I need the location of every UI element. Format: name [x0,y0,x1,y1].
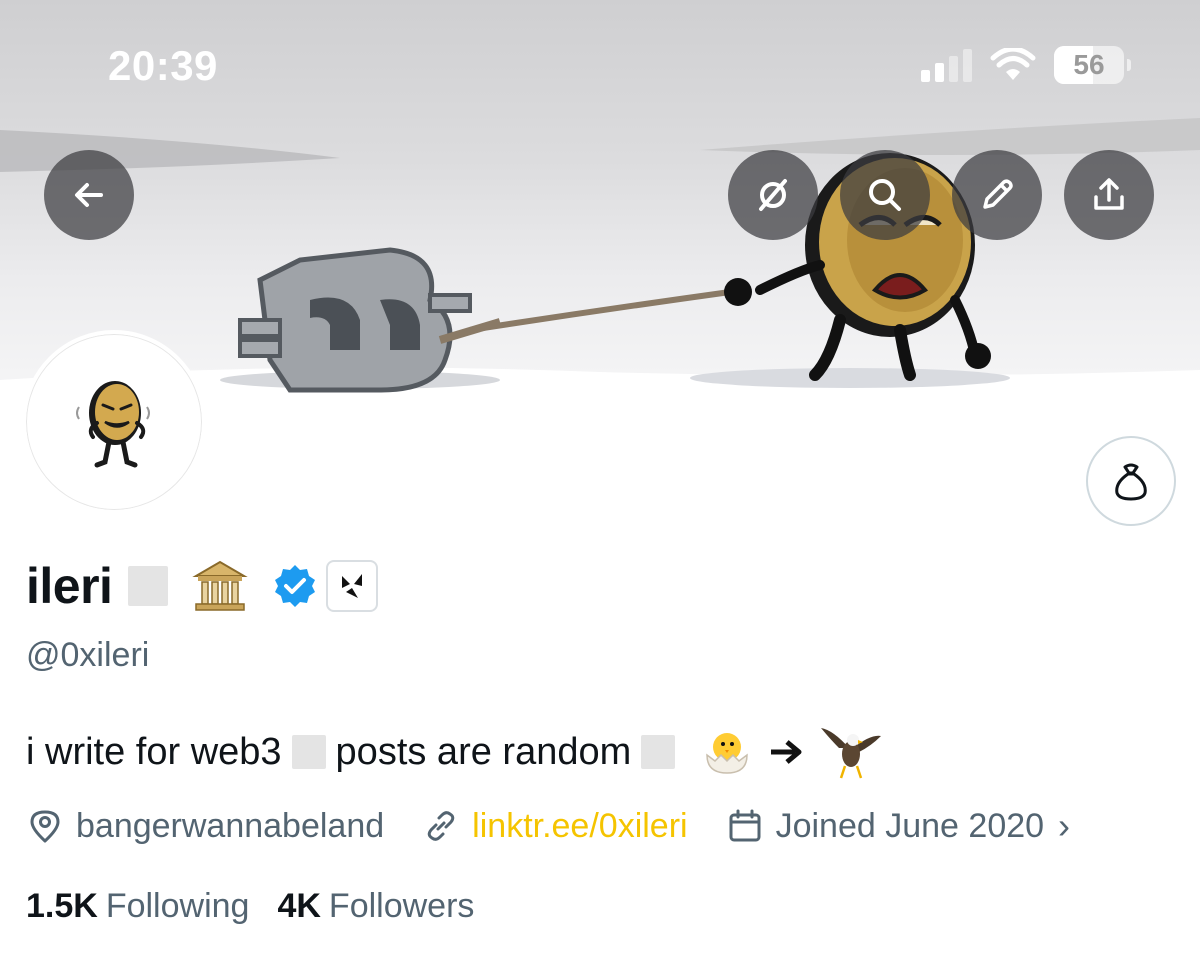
share-upload-icon [1094,178,1124,210]
verified-badge-icon[interactable] [272,563,318,609]
bio-text-2: posts are random [335,730,632,773]
tip-button[interactable] [1086,436,1176,526]
bio-text-1: i write for web3 [26,730,282,773]
followers-label[interactable]: Followers [329,887,474,926]
right-arrow-icon [769,737,805,767]
grok-button[interactable] [728,150,818,240]
location-item: bangerwannabeland [26,807,384,846]
classical-building-icon [192,560,249,611]
battery-level: 56 [1073,49,1105,80]
joined-date: Joined June 2020 [775,806,1045,845]
display-name: ileri [26,558,113,614]
location-pin-icon [30,810,60,843]
unrendered-glyph [641,735,676,769]
profile-handle: @0xileri [26,636,150,674]
stone-bitcoin [238,247,472,393]
search-button[interactable] [840,150,930,240]
followers-count[interactable]: 4K [277,887,320,926]
battery-icon: 56 [1054,46,1131,84]
edit-button[interactable] [952,150,1042,240]
money-bag-icon [1115,463,1147,501]
website-link[interactable]: linktr.ee/0xileri [472,807,687,846]
wifi-icon [990,48,1036,80]
unrendered-glyph [291,735,326,769]
following-label[interactable]: Following [106,887,250,926]
arrow-left-icon [75,183,103,207]
name-row: ileri [26,556,379,616]
hatching-chick-icon [699,727,755,777]
profile-bio: i write for web3 posts are random [26,724,883,780]
back-button[interactable] [44,150,134,240]
unrendered-glyph [128,566,169,606]
calendar-icon [729,809,761,842]
status-time: 20:39 [108,42,218,89]
website-item[interactable]: linktr.ee/0xileri [422,807,688,846]
follow-stats: 1.5K Following 4K Followers [26,882,502,930]
chevron-right-icon: › [1058,805,1071,846]
affiliate-badge[interactable] [326,560,379,612]
pencil-icon [983,179,1013,209]
search-icon [869,179,901,211]
share-button[interactable] [1064,150,1154,240]
profile-banner[interactable]: 20:39 56 [0,0,1200,400]
coin-mascot-avatar [76,381,150,468]
following-count[interactable]: 1.5K [26,887,98,926]
joined-item[interactable]: Joined June 2020 › [726,805,1070,847]
link-icon [427,811,455,841]
cellular-signal-icon [921,48,972,82]
grok-slash-icon [759,179,787,211]
profile-meta: bangerwannabeland linktr.ee/0xileri Join… [26,802,1108,850]
profile-avatar[interactable] [22,330,206,514]
affiliate-logo-icon [342,574,363,598]
status-indicators: 56 [921,46,1131,84]
eagle-icon [819,724,883,780]
location-text: bangerwannabeland [76,806,385,845]
